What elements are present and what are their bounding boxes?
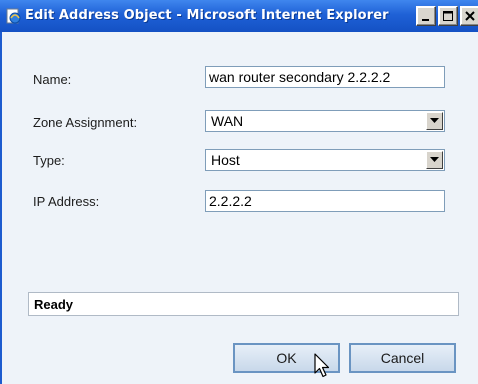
ie-page-icon <box>6 8 21 24</box>
title-bar[interactable]: Edit Address Object - Microsoft Internet… <box>0 0 478 32</box>
zone-assignment-value: WAN <box>211 113 244 129</box>
zone-assignment-select[interactable]: WAN <box>205 110 445 132</box>
type-dropdown-arrow[interactable] <box>426 151 443 169</box>
minimize-icon <box>422 19 429 21</box>
type-label: Type: <box>33 153 65 168</box>
status-bar: Ready <box>28 292 459 316</box>
chevron-down-icon <box>430 157 439 162</box>
dialog-window: Edit Address Object - Microsoft Internet… <box>0 0 478 384</box>
name-label: Name: <box>33 72 72 87</box>
zone-dropdown-arrow[interactable] <box>426 112 443 130</box>
type-select[interactable]: Host <box>205 149 445 171</box>
close-button[interactable] <box>460 6 478 26</box>
close-icon <box>465 11 475 21</box>
mouse-cursor-icon <box>314 353 330 378</box>
name-input[interactable]: wan router secondary 2.2.2.2 <box>205 66 445 88</box>
type-value: Host <box>211 152 240 168</box>
ip-address-input[interactable]: 2.2.2.2 <box>205 190 445 212</box>
zone-assignment-label: Zone Assignment: <box>33 115 138 130</box>
window-title: Edit Address Object - Microsoft Internet… <box>25 8 389 23</box>
chevron-down-icon <box>430 118 439 123</box>
ip-address-label: IP Address: <box>33 194 100 209</box>
minimize-button[interactable] <box>416 6 436 26</box>
cancel-button[interactable]: Cancel <box>349 343 456 373</box>
maximize-button[interactable] <box>438 6 458 26</box>
maximize-icon <box>443 11 453 21</box>
